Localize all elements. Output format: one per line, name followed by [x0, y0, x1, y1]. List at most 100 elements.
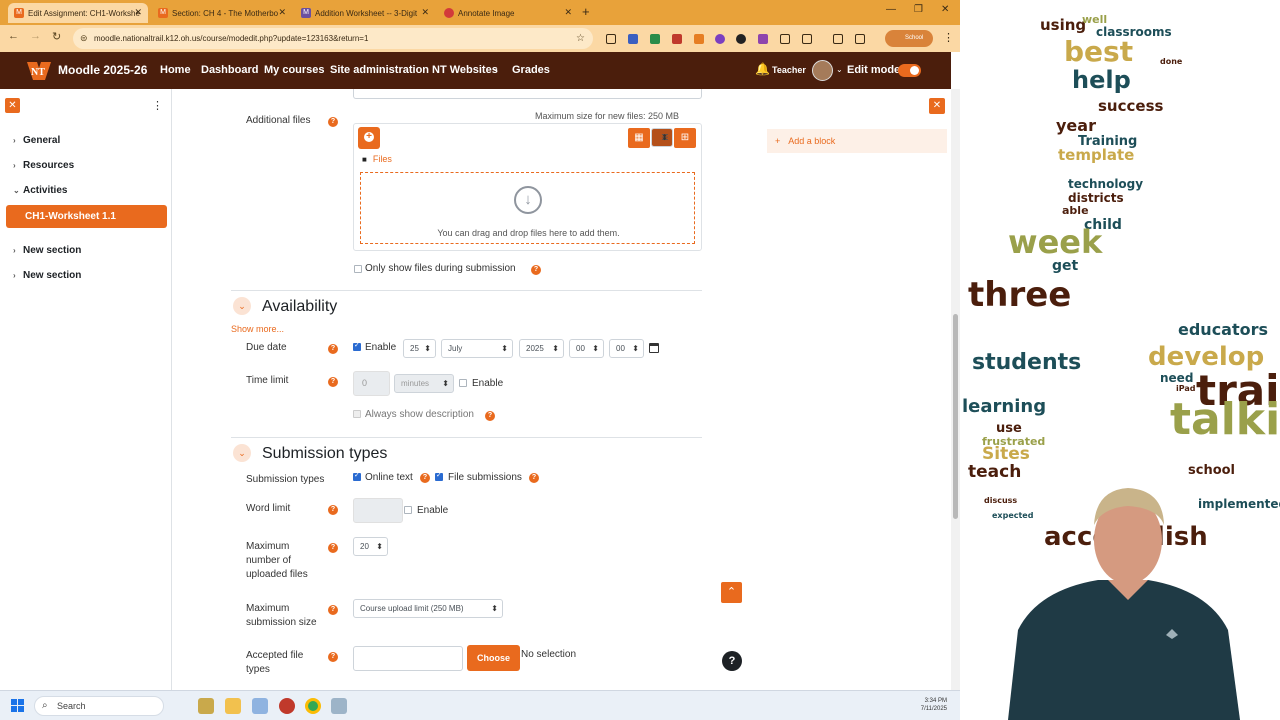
grid-view-icon[interactable]: ▦ — [628, 128, 650, 148]
tree-view-icon[interactable]: ⊞ — [674, 128, 696, 148]
nav-grades[interactable]: Grades — [512, 64, 550, 76]
files-breadcrumb[interactable]: ■ Files — [362, 154, 392, 164]
help-icon[interactable]: ? — [328, 377, 338, 387]
forward-icon[interactable]: → — [30, 30, 41, 42]
max-submission-size-select[interactable]: Course upload limit (250 MB) — [353, 599, 503, 618]
back-icon[interactable]: ← — [8, 30, 19, 42]
notification-bell-icon[interactable]: 🔔 — [755, 62, 770, 76]
show-more-link[interactable]: Show more... — [231, 324, 284, 334]
new-tab-icon[interactable]: + — [582, 4, 590, 19]
extension-icon[interactable] — [780, 34, 790, 44]
help-icon[interactable]: ? — [420, 473, 430, 483]
only-show-files-checkbox[interactable] — [354, 265, 362, 273]
minimize-icon[interactable]: — — [886, 4, 896, 15]
help-icon[interactable]: ? — [328, 344, 338, 354]
nav-nt-websites[interactable]: NT Websites — [432, 64, 498, 76]
file-explorer-icon[interactable] — [225, 698, 241, 714]
word-limit-enable-checkbox[interactable] — [404, 506, 412, 514]
choose-button[interactable]: Choose — [467, 645, 520, 671]
taskbar-search[interactable]: ⌕ Search — [34, 696, 164, 716]
restore-icon[interactable]: ❐ — [914, 4, 923, 15]
tab-annotate[interactable]: Annotate Image ✕ — [438, 3, 578, 23]
browser-menu-icon[interactable]: ⋮ — [943, 31, 954, 44]
help-icon[interactable]: ? — [328, 543, 338, 553]
due-minute-select[interactable]: 00 — [609, 339, 644, 358]
nav-home[interactable]: Home — [160, 64, 191, 76]
back-to-top-button[interactable]: ⌃ — [721, 582, 742, 603]
site-name[interactable]: Moodle 2025-26 — [58, 63, 147, 77]
avatar[interactable] — [812, 60, 833, 81]
tab-worksheet[interactable]: M Addition Worksheet -- 3-Digit ✕ — [295, 3, 435, 23]
side-panel-icon[interactable] — [833, 34, 843, 44]
edit-mode-toggle[interactable] — [898, 64, 921, 77]
close-window-icon[interactable]: ✕ — [941, 4, 949, 15]
file-dropzone[interactable]: ↓ You can drag and drop files here to ad… — [360, 172, 695, 244]
page-scrollbar[interactable] — [951, 89, 960, 690]
course-section-resources[interactable]: › Resources — [13, 160, 74, 171]
due-month-select[interactable]: July — [441, 339, 513, 358]
word-limit-input[interactable] — [353, 498, 403, 523]
add-file-button[interactable] — [358, 127, 380, 149]
close-block-drawer-icon[interactable]: ✕ — [929, 98, 945, 114]
puzzle-icon[interactable] — [802, 34, 812, 44]
windows-start-icon[interactable] — [11, 699, 25, 713]
time-limit-unit-select[interactable]: minutes — [394, 374, 454, 393]
profile-chip[interactable]: School — [885, 30, 933, 47]
due-hour-select[interactable]: 00 — [569, 339, 604, 358]
school-logo-icon[interactable]: NT — [25, 58, 53, 82]
max-uploaded-files-select[interactable]: 20 — [353, 537, 388, 556]
close-icon[interactable]: ✕ — [421, 7, 429, 18]
help-icon[interactable]: ? — [485, 411, 495, 421]
collapse-availability-icon[interactable]: ⌄ — [233, 297, 251, 315]
extension-icon[interactable] — [650, 34, 660, 44]
calendar-icon[interactable] — [649, 343, 659, 353]
help-icon[interactable]: ? — [529, 473, 539, 483]
nav-dashboard[interactable]: Dashboard — [201, 64, 258, 76]
time-limit-input[interactable]: 0 — [353, 371, 390, 396]
gmail-icon[interactable] — [672, 34, 682, 44]
site-info-icon[interactable]: ⊜ — [80, 28, 88, 49]
time-limit-enable-checkbox[interactable] — [459, 379, 467, 387]
help-icon[interactable]: ? — [328, 505, 338, 515]
extension-icon[interactable] — [715, 34, 725, 44]
course-section-general[interactable]: › General — [13, 135, 60, 146]
always-show-description-checkbox[interactable] — [353, 410, 361, 418]
nav-site-administration[interactable]: Site administration — [330, 64, 429, 76]
help-icon[interactable]: ? — [531, 265, 541, 275]
due-day-select[interactable]: 25 — [403, 339, 436, 358]
extension-icon[interactable] — [628, 34, 638, 44]
description-editor-bottom[interactable] — [353, 89, 702, 99]
help-icon[interactable]: ? — [328, 605, 338, 615]
online-text-checkbox[interactable] — [353, 471, 361, 481]
due-year-select[interactable]: 2025 — [519, 339, 564, 358]
tab-search-icon[interactable] — [855, 34, 865, 44]
recorder-icon[interactable] — [279, 698, 295, 714]
course-item-ch1-worksheet[interactable]: CH1-Worksheet 1.1 — [6, 205, 167, 228]
app-icon[interactable] — [252, 698, 268, 714]
add-block-button[interactable]: + Add a block — [767, 129, 947, 153]
help-icon[interactable]: ? — [328, 652, 338, 662]
extension-icon[interactable] — [736, 34, 746, 44]
due-date-enable-checkbox[interactable] — [353, 341, 361, 351]
extension-icon[interactable] — [694, 34, 704, 44]
bookmark-star-icon[interactable]: ☆ — [576, 28, 585, 49]
list-view-icon[interactable]: ☰ — [651, 128, 673, 147]
url-field[interactable]: ⊜ moodle.nationaltrail.k12.oh.us/course/… — [73, 28, 593, 49]
taskbar-clock[interactable]: 3:34 PM 7/11/2025 — [905, 697, 947, 713]
collapse-submission-types-icon[interactable]: ⌄ — [233, 444, 251, 462]
tab-section[interactable]: M Section: CH 4 - The Motherbo ✕ — [152, 3, 292, 23]
reload-icon[interactable]: ↻ — [52, 30, 61, 43]
course-section-activities[interactable]: ⌄ Activities — [13, 185, 67, 196]
app-icon[interactable] — [331, 698, 347, 714]
close-icon[interactable]: ✕ — [278, 7, 286, 18]
close-drawer-icon[interactable]: ✕ — [5, 98, 20, 113]
close-icon[interactable]: ✕ — [564, 7, 572, 18]
app-icon[interactable] — [198, 698, 214, 714]
more-options-icon[interactable]: ⋮ — [152, 99, 163, 112]
chrome-icon[interactable] — [305, 698, 321, 714]
help-icon[interactable]: ? — [328, 117, 338, 127]
file-submissions-checkbox[interactable] — [435, 471, 443, 481]
nav-my-courses[interactable]: My courses — [264, 64, 325, 76]
close-icon[interactable]: ✕ — [134, 7, 142, 18]
course-section-new-1[interactable]: › New section — [13, 245, 81, 256]
